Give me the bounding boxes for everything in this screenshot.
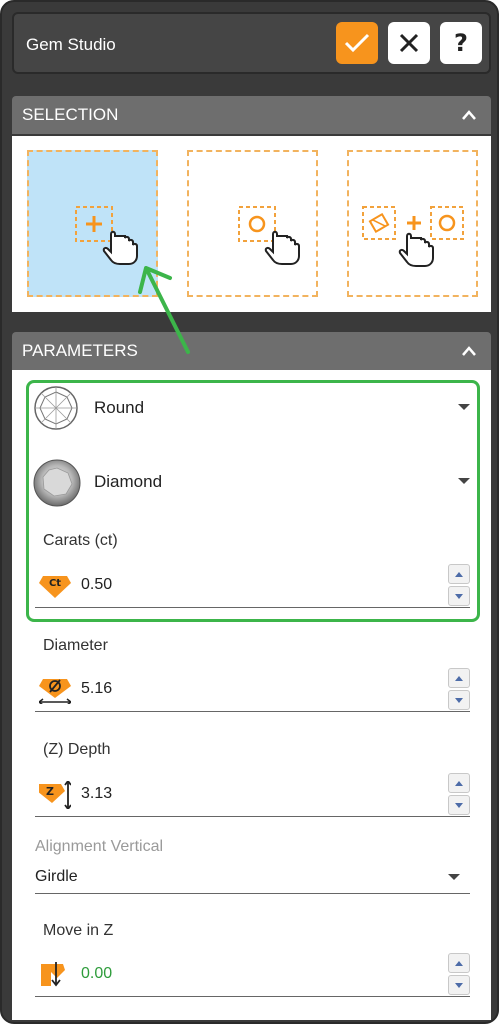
chevron-up-icon[interactable]	[461, 96, 477, 134]
dropdown-arrow-icon	[458, 404, 470, 410]
decrement-button[interactable]	[448, 795, 470, 815]
diameter-value[interactable]: 5.16	[81, 680, 112, 698]
shape-dropdown[interactable]: Round	[32, 382, 472, 436]
material-dropdown[interactable]: Diamond	[32, 456, 472, 510]
material-value: Diamond	[94, 472, 163, 491]
depth-spinner[interactable]	[448, 773, 470, 817]
increment-button[interactable]	[448, 668, 470, 688]
move-z-label: Move in Z	[43, 922, 114, 939]
alignment-value: Girdle	[35, 868, 78, 885]
alignment-label: Alignment Vertical	[35, 838, 164, 855]
circle-point-option[interactable]	[187, 150, 318, 297]
dropdown-arrow-icon	[448, 874, 460, 880]
move-z-icon	[41, 962, 65, 987]
plus-hand-icon	[75, 206, 138, 265]
diamond-material-icon	[33, 459, 81, 507]
depth-field[interactable]: Z 3.13	[35, 773, 470, 817]
title-bar: Gem Studio ?	[12, 12, 491, 74]
round-cut-icon	[34, 386, 78, 430]
parameters-section-header[interactable]: PARAMETERS	[12, 332, 491, 370]
parameters-panel: Round Diamond Carats (ct) Ct 0.50 Diamet…	[12, 370, 491, 1020]
depth-icon: Z	[39, 781, 71, 809]
shape-value: Round	[94, 398, 145, 417]
carat-gem-icon: Ct	[39, 576, 71, 598]
diameter-label: Diameter	[43, 637, 108, 654]
diameter-icon	[39, 679, 71, 704]
depth-label: (Z) Depth	[43, 741, 111, 758]
app-title: Gem Studio	[26, 35, 116, 54]
chevron-up-icon[interactable]	[461, 332, 477, 370]
gem-plus-circle-option[interactable]	[347, 150, 478, 297]
close-icon	[399, 33, 419, 53]
depth-value[interactable]: 3.13	[81, 785, 112, 803]
add-point-option[interactable]	[27, 150, 158, 297]
alignment-select[interactable]: Girdle	[35, 858, 470, 894]
selection-section-header[interactable]: SELECTION	[12, 96, 491, 134]
ok-button[interactable]	[336, 22, 378, 64]
circle-hand-icon	[238, 206, 300, 265]
help-button[interactable]: ?	[440, 22, 482, 64]
checkmark-icon	[344, 33, 370, 53]
gem-plus-circle-hand-icon	[362, 206, 464, 267]
cancel-button[interactable]	[388, 22, 430, 64]
selection-panel	[12, 136, 491, 312]
move-z-value[interactable]: 0.00	[81, 965, 112, 983]
carats-value[interactable]: 0.50	[81, 576, 112, 594]
carats-field[interactable]: Ct 0.50	[35, 564, 470, 608]
selection-header-label: SELECTION	[22, 105, 119, 124]
decrement-button[interactable]	[448, 975, 470, 995]
dropdown-arrow-icon	[458, 478, 470, 484]
diameter-spinner[interactable]	[448, 668, 470, 712]
move-z-spinner[interactable]	[448, 953, 470, 997]
diameter-field[interactable]: 5.16	[35, 668, 470, 712]
carats-spinner[interactable]	[448, 564, 470, 608]
decrement-button[interactable]	[448, 690, 470, 710]
carat-icon-text: Ct	[49, 578, 61, 589]
depth-icon-text: Z	[46, 785, 54, 798]
decrement-button[interactable]	[448, 586, 470, 606]
move-z-field[interactable]: 0.00	[35, 953, 470, 997]
increment-button[interactable]	[448, 564, 470, 584]
parameters-header-label: PARAMETERS	[22, 341, 138, 360]
app-window: Gem Studio ? SELECTION PARAMETERS Round …	[0, 0, 499, 1024]
increment-button[interactable]	[448, 773, 470, 793]
carats-label: Carats (ct)	[43, 532, 118, 549]
increment-button[interactable]	[448, 953, 470, 973]
